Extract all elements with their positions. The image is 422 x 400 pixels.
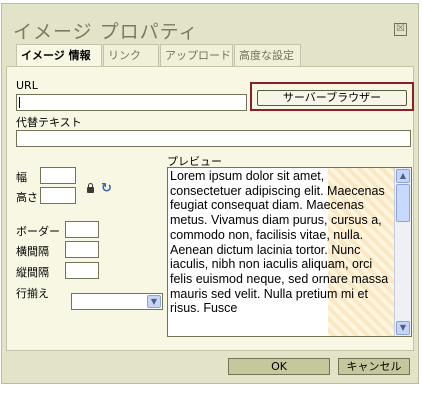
tab-panel: URL サーバーブラウザー 代替テキスト 幅 高さ ↻ ボーダー 横間隔 縦間隔… <box>6 66 414 351</box>
chevron-down-icon[interactable]: ▼ <box>147 295 161 308</box>
url-label: URL <box>16 79 38 92</box>
scroll-down-icon[interactable]: ▼ <box>396 321 410 335</box>
align-label: 行揃え <box>16 287 49 300</box>
lock-icon[interactable] <box>87 183 94 193</box>
ok-button[interactable]: OK <box>228 358 330 375</box>
height-label: 高さ <box>16 191 38 204</box>
browse-server-button[interactable]: サーバーブラウザー <box>257 90 407 106</box>
alt-text-label: 代替テキスト <box>16 116 82 129</box>
browse-server-highlight: サーバーブラウザー <box>250 82 414 111</box>
width-input[interactable] <box>40 167 76 184</box>
width-label: 幅 <box>16 171 27 184</box>
dialog-title: イメージ プロパティ <box>13 21 199 43</box>
tab-advanced[interactable]: 高度な設定 <box>234 44 301 66</box>
tab-link[interactable]: リンク <box>103 44 159 66</box>
height-input[interactable] <box>40 187 76 204</box>
vspace-label: 縦間隔 <box>16 266 49 279</box>
image-properties-dialog: イメージ プロパティ ☒ イメージ 情報 リンク アップロード 高度な設定 UR… <box>1 3 419 384</box>
border-label: ボーダー <box>16 225 60 238</box>
reset-size-icon[interactable]: ↻ <box>101 181 112 196</box>
hspace-input[interactable] <box>65 241 99 258</box>
align-select[interactable]: ▼ <box>71 293 163 310</box>
close-icon[interactable]: ☒ <box>394 23 407 36</box>
preview-scrollbar[interactable]: ▲ ▼ <box>394 168 411 336</box>
border-input[interactable] <box>65 221 99 238</box>
cancel-button[interactable]: キャンセル <box>338 358 410 375</box>
tab-upload[interactable]: アップロード <box>160 44 233 66</box>
scroll-up-icon[interactable]: ▲ <box>396 169 410 183</box>
tab-image-info[interactable]: イメージ 情報 <box>16 44 102 67</box>
url-input[interactable] <box>16 94 247 111</box>
text-cursor <box>19 97 20 108</box>
preview-box[interactable]: Lorem ipsum dolor sit amet, consectetuer… <box>167 167 412 337</box>
hspace-label: 横間隔 <box>16 245 49 258</box>
alt-text-input[interactable] <box>16 130 411 147</box>
scrollbar-thumb[interactable] <box>396 184 410 222</box>
preview-text: Lorem ipsum dolor sit amet, consectetuer… <box>170 169 389 316</box>
vspace-input[interactable] <box>65 262 99 279</box>
